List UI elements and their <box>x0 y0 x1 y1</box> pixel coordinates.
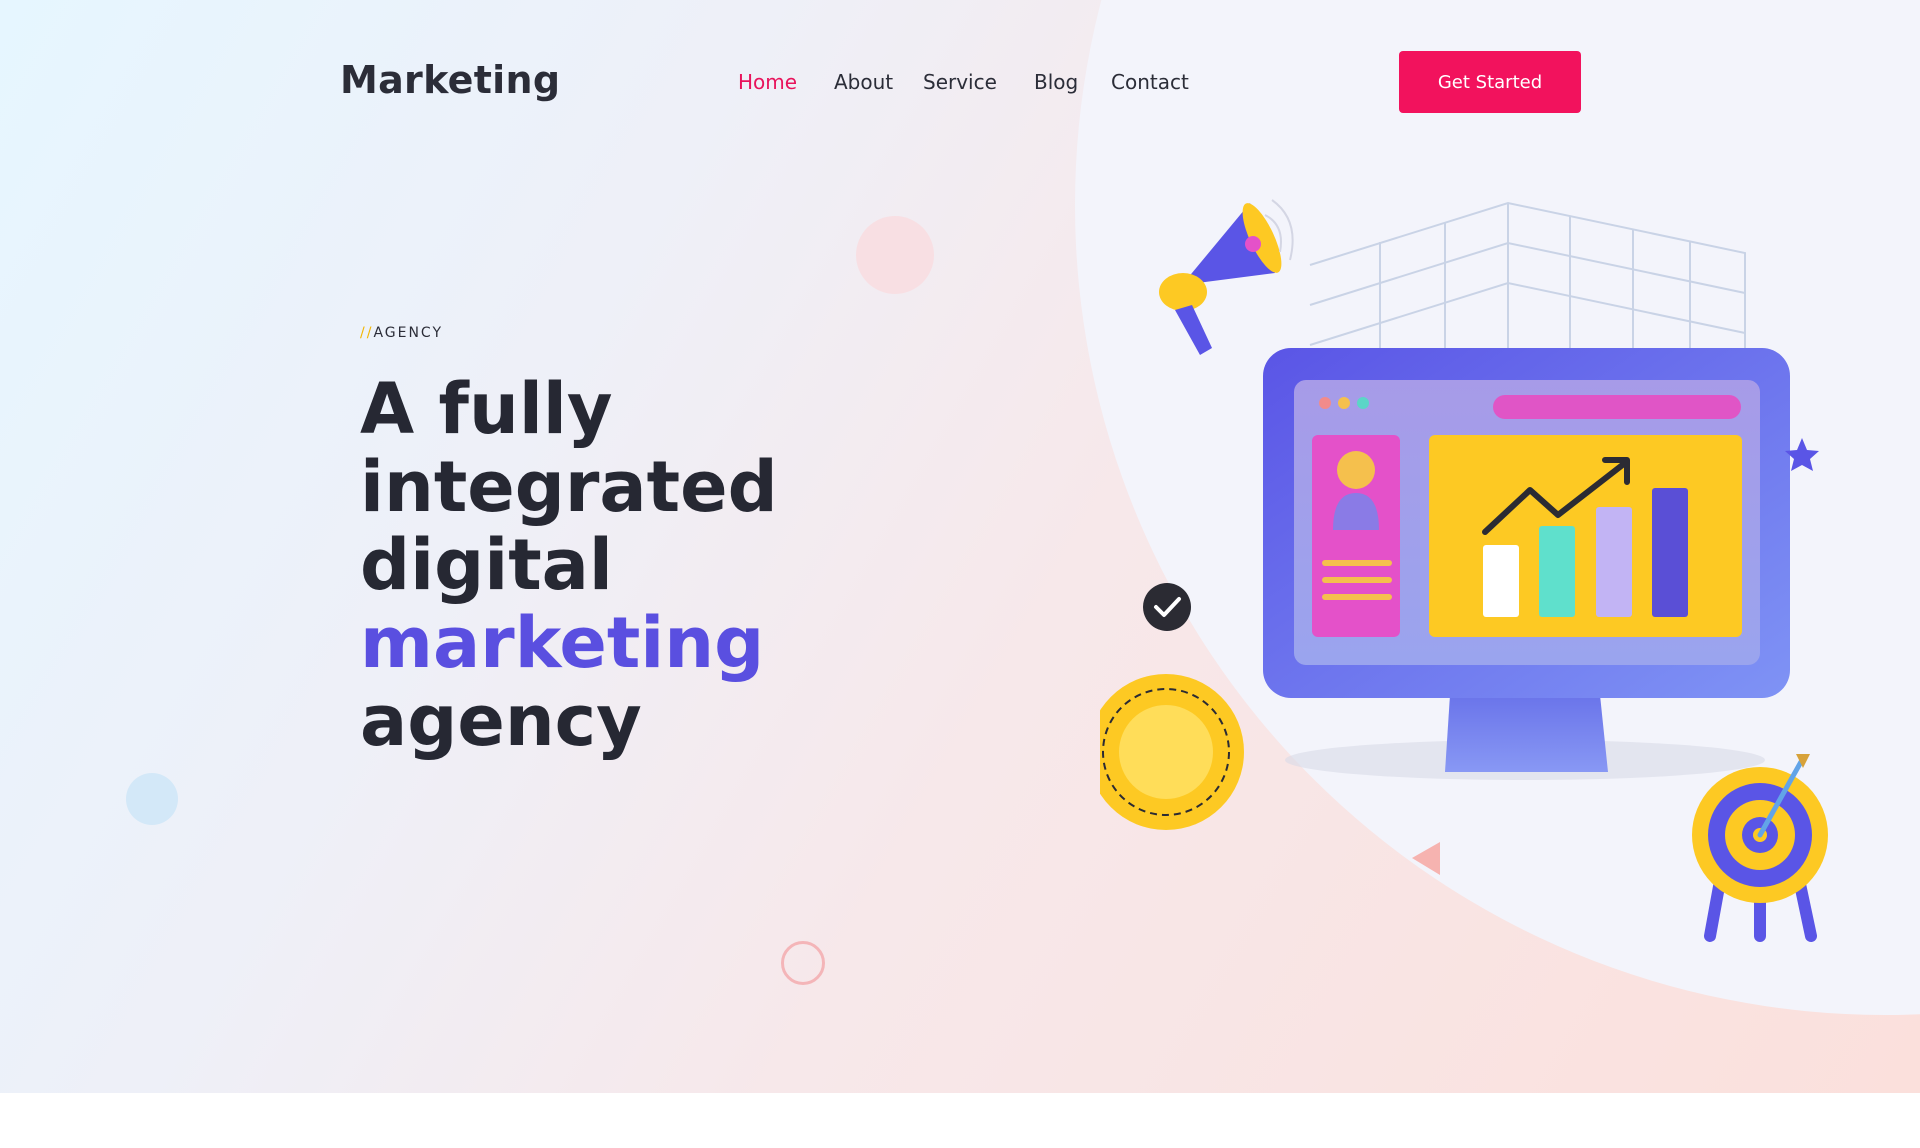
decor-pink-circle <box>856 216 934 294</box>
megaphone-icon <box>1159 199 1294 355</box>
nav-home[interactable]: Home <box>738 70 797 94</box>
nav-service[interactable]: Service <box>923 70 997 94</box>
eyebrow-label: //AGENCY <box>360 325 443 341</box>
headline-accent: marketing <box>360 602 765 684</box>
nav-blog[interactable]: Blog <box>1034 70 1078 94</box>
hero-section: Marketing Home About Service Blog Contac… <box>0 0 1920 1093</box>
triangle-decoration <box>1412 842 1440 875</box>
nav-about[interactable]: About <box>834 70 893 94</box>
verified-badge-icon <box>1143 583 1191 631</box>
headline-part2: agency <box>360 680 642 762</box>
marketing-illustration <box>1100 199 1828 942</box>
eyebrow-text: AGENCY <box>373 325 444 341</box>
headline-part1: A fully integrated digital <box>360 368 778 606</box>
monitor-stand <box>1445 695 1608 772</box>
eyebrow-slashes: // <box>360 325 374 341</box>
nav-contact[interactable]: Contact <box>1111 70 1189 94</box>
site-logo[interactable]: Marketing <box>340 58 560 102</box>
hero-headline: A fully integrated digital marketing age… <box>360 370 1000 760</box>
coin-decoration <box>1100 674 1244 830</box>
monitor-icon <box>1263 348 1790 698</box>
target-icon <box>1692 767 1828 942</box>
decor-ring <box>781 941 825 985</box>
get-started-button[interactable]: Get Started <box>1399 51 1581 113</box>
star-icon <box>1785 438 1819 471</box>
decor-blue-circle <box>126 773 178 825</box>
